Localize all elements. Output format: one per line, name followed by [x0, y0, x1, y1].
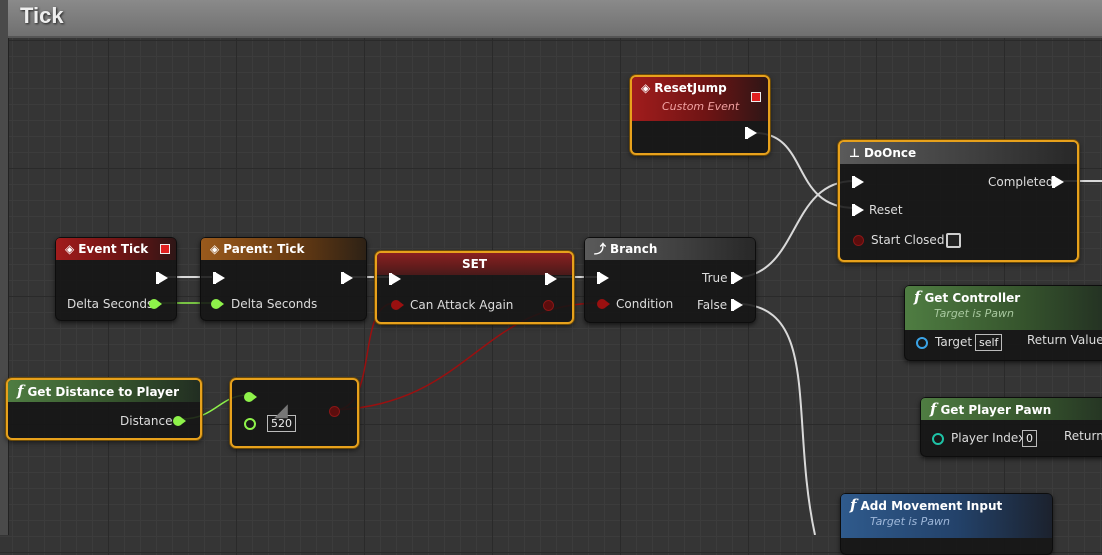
player-index-in-pin[interactable]: [932, 433, 944, 445]
condition-in-pin[interactable]: [597, 299, 610, 309]
function-icon: f: [850, 496, 857, 514]
false-exec-out-pin[interactable]: [731, 299, 743, 311]
event-tick-node[interactable]: ◈ Event Tick Delta Seconds: [55, 237, 177, 321]
event-diamond-icon: ◈: [641, 81, 651, 95]
exec-in-pin[interactable]: [389, 273, 401, 285]
get-player-pawn-node[interactable]: f Get Player Pawn Player Index 0 Return: [920, 397, 1102, 457]
set-node[interactable]: SET Can Attack Again: [375, 251, 574, 324]
b-in-pin[interactable]: [244, 418, 256, 430]
node-subtitle: Custom Event: [662, 100, 740, 113]
exec-out-pin[interactable]: [745, 127, 757, 139]
node-title: Get Player Pawn: [940, 403, 1052, 417]
delta-seconds-label: Delta Seconds: [67, 297, 154, 311]
node-title: Get Distance to Player: [27, 385, 180, 399]
bool-out-pin[interactable]: [329, 406, 340, 417]
delta-seconds-in-pin[interactable]: [211, 299, 224, 309]
can-attack-again-in-pin[interactable]: [391, 300, 404, 310]
delta-seconds-out-pin[interactable]: [149, 299, 162, 309]
function-icon: f: [930, 400, 937, 418]
node-subtitle: Target is Pawn: [870, 515, 951, 528]
true-label: True: [702, 271, 728, 285]
true-exec-out-pin[interactable]: [731, 272, 743, 284]
reset-jump-node[interactable]: ◈ ResetJump Custom Event: [630, 75, 770, 155]
get-distance-to-player-node[interactable]: f Get Distance to Player Distance: [6, 378, 202, 440]
event-diamond-icon: ◈: [210, 242, 220, 256]
exec-out-pin[interactable]: [341, 272, 353, 284]
reset-label: Reset: [869, 203, 903, 217]
exec-in-pin[interactable]: [213, 272, 225, 284]
target-in-pin[interactable]: [916, 337, 928, 349]
node-title: DoOnce: [863, 146, 917, 160]
node-title: Event Tick: [78, 242, 149, 256]
node-title: SET: [461, 257, 488, 271]
target-value-field[interactable]: self: [975, 334, 1003, 351]
player-index-label: Player Index: [951, 431, 1026, 445]
target-label: Target: [935, 335, 973, 349]
start-closed-checkbox[interactable]: [946, 233, 961, 248]
delegate-pin-icon[interactable]: [751, 92, 761, 102]
distance-label: Distance: [120, 414, 173, 428]
start-closed-in-pin[interactable]: [853, 235, 864, 246]
reset-exec-in-pin[interactable]: [852, 204, 864, 216]
branch-icon: ⤴: [594, 242, 607, 256]
exec-in-pin[interactable]: [597, 272, 609, 284]
node-subtitle: Target is Pawn: [934, 307, 1015, 320]
exec-wire-false-down: [741, 303, 816, 535]
node-title: ResetJump: [654, 81, 727, 95]
a-in-pin[interactable]: [244, 392, 257, 402]
return-label: Return: [1064, 429, 1102, 443]
function-icon: f: [914, 288, 921, 306]
branch-node[interactable]: ⤴ Branch True Condition False: [584, 237, 756, 323]
delegate-pin-icon[interactable]: [160, 244, 170, 254]
distance-out-pin[interactable]: [173, 416, 186, 426]
player-index-field[interactable]: 0: [1022, 430, 1037, 447]
operator-glyph-icon: ◢: [274, 400, 288, 421]
event-diamond-icon: ◈: [65, 242, 75, 256]
add-movement-input-node[interactable]: f Add Movement Input Target is Pawn: [840, 493, 1053, 555]
completed-label: Completed: [988, 175, 1054, 189]
node-title: Add Movement Input: [860, 499, 1003, 513]
condition-label: Condition: [616, 297, 674, 311]
bool-out-pin[interactable]: [543, 300, 554, 311]
node-title: Branch: [610, 242, 658, 256]
node-title: Parent: Tick: [223, 242, 305, 256]
exec-in-pin[interactable]: [852, 176, 864, 188]
compare-node[interactable]: 520 ◢: [230, 378, 359, 448]
exec-out-pin[interactable]: [156, 272, 168, 284]
function-icon: f: [17, 382, 24, 400]
do-once-icon: ⊥: [849, 146, 860, 160]
delta-seconds-label: Delta Seconds: [231, 297, 318, 311]
can-attack-again-label: Can Attack Again: [410, 298, 514, 312]
start-closed-label: Start Closed: [871, 233, 945, 247]
get-controller-node[interactable]: f Get Controller Target is Pawn Target se…: [904, 285, 1102, 361]
do-once-node[interactable]: ⊥ DoOnce Completed Reset Start Closed: [838, 140, 1079, 262]
completed-exec-out-pin[interactable]: [1052, 176, 1064, 188]
exec-out-pin[interactable]: [545, 273, 557, 285]
return-value-label: Return Value: [1027, 333, 1102, 347]
node-title: Get Controller: [924, 291, 1021, 305]
parent-tick-node[interactable]: ◈ Parent: Tick Delta Seconds: [200, 237, 367, 321]
false-label: False: [697, 298, 728, 312]
